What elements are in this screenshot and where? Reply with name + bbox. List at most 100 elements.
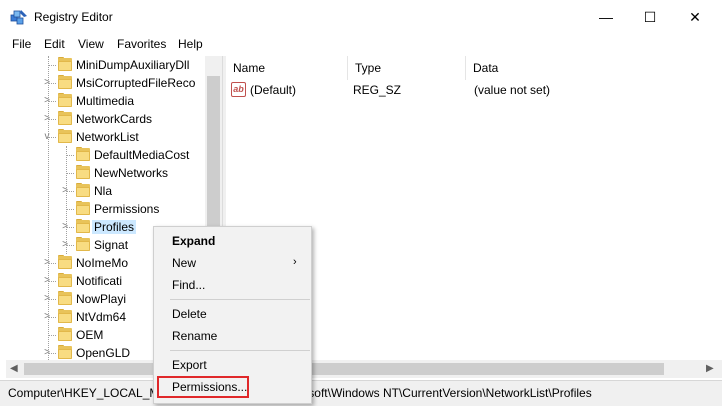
menu-edit[interactable]: Edit: [44, 37, 65, 51]
context-menu-export[interactable]: Export: [154, 354, 313, 376]
expand-chevron-icon[interactable]: >: [60, 185, 70, 197]
folder-icon: [76, 183, 90, 197]
tree-item-label[interactable]: Profiles: [92, 220, 137, 234]
context-menu-permissions[interactable]: Permissions...: [154, 376, 313, 398]
tree-item-label[interactable]: Notificati: [76, 274, 122, 288]
close-icon: ✕: [689, 8, 701, 25]
tree-item-label[interactable]: NewNetworks: [94, 166, 168, 180]
tree-item-label[interactable]: DefaultMediaCost: [94, 148, 189, 162]
maximize-button[interactable]: ☐: [627, 0, 673, 34]
folder-icon: [58, 129, 72, 143]
maximize-icon: ☐: [643, 8, 657, 25]
expand-chevron-icon[interactable]: >: [42, 95, 52, 107]
scroll-right-icon[interactable]: ▶: [706, 363, 714, 374]
horizontal-scrollbar[interactable]: ◀ ▶: [6, 360, 722, 378]
context-menu-delete[interactable]: Delete: [154, 303, 313, 325]
window-title: Registry Editor: [34, 10, 113, 24]
expand-chevron-icon[interactable]: >: [42, 347, 52, 359]
value-data: (value not set): [474, 83, 551, 97]
tree-item-label[interactable]: Permissions: [94, 202, 159, 216]
expand-chevron-icon[interactable]: >: [60, 221, 70, 233]
submenu-arrow-icon: ›: [293, 256, 297, 268]
menu-favorites[interactable]: Favorites: [117, 37, 166, 51]
tree-item[interactable]: MiniDumpAuxiliaryDll: [6, 56, 220, 74]
menu-separator: [170, 350, 310, 351]
tree-item[interactable]: DefaultMediaCost: [6, 146, 220, 164]
folder-icon: [58, 291, 72, 305]
expand-chevron-icon[interactable]: >: [42, 113, 52, 125]
tree-item[interactable]: > MsiCorruptedFileReco: [6, 74, 220, 92]
tree-item[interactable]: NewNetworks: [6, 164, 220, 182]
folder-icon: [76, 165, 90, 179]
tree-item[interactable]: > Nla: [6, 182, 220, 200]
tree-item-label[interactable]: Multimedia: [76, 94, 134, 108]
horizontal-scroll-thumb[interactable]: [24, 363, 664, 375]
folder-icon: [58, 57, 72, 71]
context-menu: Expand New › Find... Delete Rename Export Permi…: [153, 226, 312, 404]
tree-item[interactable]: > NetworkCards: [6, 110, 220, 128]
expand-chevron-icon[interactable]: >: [42, 275, 52, 287]
collapse-chevron-icon[interactable]: v: [42, 131, 52, 143]
tree-item-label[interactable]: MiniDumpAuxiliaryDll: [76, 58, 189, 72]
menu-bar: File Edit View Favorites Help: [0, 34, 722, 54]
minimize-icon: —: [599, 9, 613, 25]
context-menu-label: Export: [172, 358, 207, 372]
title-bar: Registry Editor — ☐ ✕: [0, 0, 722, 34]
value-name: (Default): [250, 83, 297, 97]
minimize-button[interactable]: —: [583, 0, 629, 34]
context-menu-label: Expand: [172, 234, 216, 248]
context-menu-expand[interactable]: Expand: [154, 230, 313, 252]
column-header-data[interactable]: Data: [466, 56, 722, 80]
menu-separator: [170, 299, 310, 300]
menu-help[interactable]: Help: [178, 37, 203, 51]
context-menu-rename[interactable]: Rename: [154, 325, 313, 347]
context-menu-find[interactable]: Find...: [154, 274, 313, 296]
tree-item-label[interactable]: NowPlayi: [76, 292, 126, 306]
tree-item-label[interactable]: NtVdm64: [76, 310, 126, 324]
folder-icon: [58, 255, 72, 269]
tree-item[interactable]: > Multimedia: [6, 92, 220, 110]
expand-chevron-icon[interactable]: >: [42, 293, 52, 305]
menu-file[interactable]: File: [12, 37, 31, 51]
folder-icon: [58, 345, 72, 359]
folder-icon: [76, 237, 90, 251]
column-header-name[interactable]: Name: [226, 56, 348, 80]
context-menu-label: Rename: [172, 329, 218, 343]
close-button[interactable]: ✕: [672, 0, 718, 34]
expand-chevron-icon[interactable]: >: [42, 257, 52, 269]
folder-icon: [58, 273, 72, 287]
expand-chevron-icon[interactable]: >: [42, 77, 52, 89]
tree-item-label[interactable]: NetworkCards: [76, 112, 152, 126]
tree-item-label[interactable]: NoImeMo: [76, 256, 128, 270]
tree-item-label[interactable]: NetworkList: [76, 130, 139, 144]
folder-icon: [58, 93, 72, 107]
context-menu-label: Delete: [172, 307, 207, 321]
context-menu-new[interactable]: New ›: [154, 252, 313, 274]
tree-item-label[interactable]: Nla: [94, 184, 112, 198]
value-type: REG_SZ: [353, 83, 402, 97]
tree-item-label[interactable]: MsiCorruptedFileReco: [76, 76, 195, 90]
folder-icon: [58, 327, 72, 341]
tree-item-label[interactable]: Signat: [94, 238, 128, 252]
tree-item[interactable]: v NetworkList: [6, 128, 220, 146]
context-menu-label: Permissions...: [172, 380, 248, 394]
expand-chevron-icon[interactable]: >: [42, 311, 52, 323]
status-bar: Computer\HKEY_LOCAL_MACHINE\SOFTWARE\Mic…: [0, 380, 722, 406]
menu-view[interactable]: View: [78, 37, 104, 51]
tree-guide-line: [66, 146, 67, 254]
folder-icon: [58, 75, 72, 89]
expand-chevron-icon[interactable]: >: [60, 239, 70, 251]
folder-icon: [58, 309, 72, 323]
scroll-left-icon[interactable]: ◀: [10, 363, 18, 374]
tree-item-label[interactable]: OpenGLD: [76, 346, 130, 360]
column-header-type[interactable]: Type: [348, 56, 466, 80]
value-row[interactable]: ab (Default) REG_SZ (value not set): [226, 80, 722, 100]
folder-icon: [76, 219, 90, 233]
tree-item[interactable]: Permissions: [6, 200, 220, 218]
tree-item-label[interactable]: OEM: [76, 328, 103, 342]
folder-icon: [58, 111, 72, 125]
